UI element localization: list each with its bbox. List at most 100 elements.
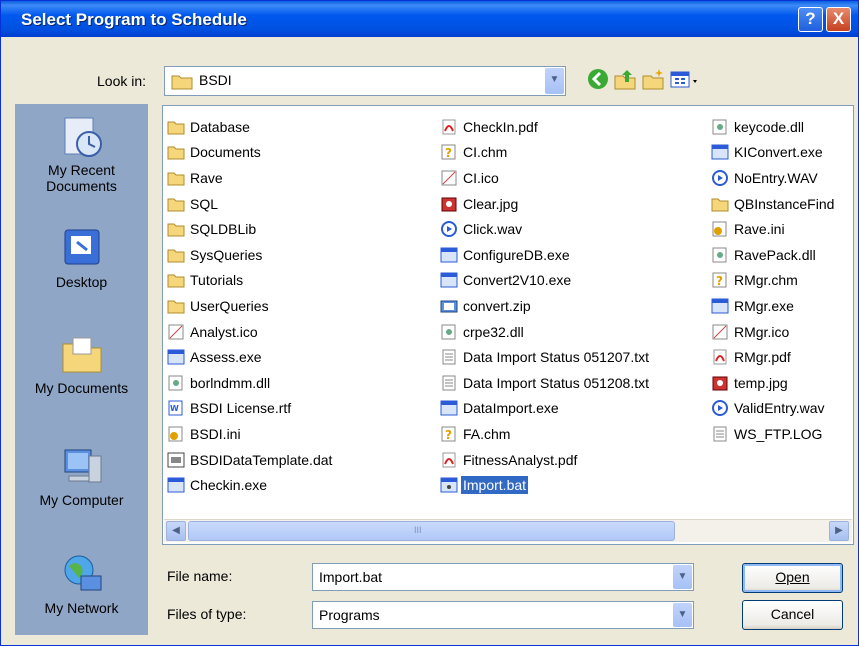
desktop-icon — [64, 229, 99, 265]
cancel-button[interactable]: Cancel — [742, 600, 843, 630]
file-item-dataimport-exe[interactable]: DataImport.exe — [440, 396, 651, 422]
file-item-analyst-ico[interactable]: Analyst.ico — [167, 319, 334, 345]
horizontal-scrollbar[interactable]: ◀ III ▶ — [164, 519, 852, 542]
file-item-rave-ini[interactable]: Rave.ini — [711, 216, 836, 242]
file-item-tutorials[interactable]: Tutorials — [167, 268, 334, 294]
file-item-crpe32-dll[interactable]: crpe32.dll — [440, 319, 651, 345]
file-item-borlndmm-dll[interactable]: borlndmm.dll — [167, 370, 334, 396]
file-item-rmgr-pdf[interactable]: RMgr.pdf — [711, 344, 836, 370]
file-item-click-wav[interactable]: Click.wav — [440, 216, 651, 242]
file-item-ci-chm[interactable]: ? CI.chm — [440, 140, 651, 166]
file-item-validentry-wav[interactable]: ValidEntry.wav — [711, 396, 836, 422]
file-item-clear-jpg[interactable]: Clear.jpg — [440, 191, 651, 217]
file-item-database[interactable]: Database — [167, 114, 334, 140]
file-item-ravepack-dll[interactable]: RavePack.dll — [711, 242, 836, 268]
file-name: Database — [190, 118, 250, 135]
folder-file-icon — [167, 298, 185, 314]
file-item-convert-zip[interactable]: convert.zip — [440, 293, 651, 319]
views-menu-icon[interactable] — [669, 68, 703, 92]
file-item-userqueries[interactable]: UserQueries — [167, 293, 334, 319]
file-item-rmgr-exe[interactable]: RMgr.exe — [711, 293, 836, 319]
file-item-assess-exe[interactable]: Assess.exe — [167, 344, 334, 370]
file-item-ws-ftp-log[interactable]: WS_FTP.LOG — [711, 421, 836, 447]
file-name: ConfigureDB.exe — [463, 246, 570, 263]
file-name: keycode.dll — [734, 118, 805, 135]
my-computer-icon — [64, 449, 101, 483]
bat-file-icon — [440, 477, 458, 493]
rtf-file-icon: W — [167, 400, 185, 416]
dat-file-icon — [167, 452, 185, 468]
place-desktop[interactable]: Desktop — [15, 226, 148, 290]
file-name: QBInstanceFind — [734, 195, 835, 212]
file-item-kiconvert-exe[interactable]: KIConvert.exe — [711, 140, 836, 166]
place-my-documents[interactable]: My Documents — [15, 332, 148, 396]
file-item-checkin-pdf[interactable]: CheckIn.pdf — [440, 114, 651, 140]
file-item-fa-chm[interactable]: ? FA.chm — [440, 421, 651, 447]
chm-file-icon: ? — [711, 272, 729, 288]
scroll-left-icon[interactable]: ◀ — [166, 521, 186, 541]
file-item-rmgr-ico[interactable]: RMgr.ico — [711, 319, 836, 345]
place-my-network[interactable]: My Network — [15, 552, 148, 616]
places-bar: My Recent Documents Desktop My Documents… — [15, 104, 148, 635]
file-name: RMgr.chm — [734, 272, 798, 289]
dll-file-icon — [711, 247, 729, 263]
file-name: Convert2V10.exe — [463, 272, 572, 289]
file-name: Rave.ini — [734, 221, 785, 238]
folder-file-icon — [167, 119, 185, 135]
folder-file-icon — [711, 196, 729, 212]
file-item-import-bat[interactable]: Import.bat — [440, 472, 651, 498]
place-label: My Computer — [39, 492, 124, 508]
file-name-combo[interactable]: Import.bat ▼ — [312, 563, 694, 591]
back-icon[interactable] — [586, 68, 610, 92]
new-folder-icon[interactable] — [641, 68, 665, 92]
file-name: BSDI License.rtf — [190, 400, 292, 417]
file-item-qbinstancefind[interactable]: QBInstanceFind — [711, 191, 836, 217]
file-item-rave[interactable]: Rave — [167, 165, 334, 191]
file-item-bsdi-license-rtf[interactable]: W BSDI License.rtf — [167, 396, 334, 422]
scroll-grip: III — [414, 525, 422, 535]
file-item-bsdidatatemplate-dat[interactable]: BSDIDataTemplate.dat — [167, 447, 334, 473]
file-item-sysqueries[interactable]: SysQueries — [167, 242, 334, 268]
file-item-configuredb-exe[interactable]: ConfigureDB.exe — [440, 242, 651, 268]
file-item-keycode-dll[interactable]: keycode.dll — [711, 114, 836, 140]
file-item-ci-ico[interactable]: CI.ico — [440, 165, 651, 191]
file-item-documents[interactable]: Documents — [167, 140, 334, 166]
close-button[interactable]: X — [826, 7, 851, 32]
file-type-combo[interactable]: Programs ▼ — [312, 601, 694, 629]
file-item-data-import-status-051208-txt[interactable]: Data Import Status 051208.txt — [440, 370, 651, 396]
file-item-convert2v10-exe[interactable]: Convert2V10.exe — [440, 268, 651, 294]
file-list[interactable]: Database Documents Rave SQL SQLDBLib SysQueri… — [162, 105, 854, 545]
file-name: RavePack.dll — [734, 246, 816, 263]
look-in-combo[interactable]: BSDI ▼ — [164, 66, 566, 96]
up-folder-icon[interactable] — [613, 68, 637, 92]
chevron-down-icon[interactable]: ▼ — [673, 565, 692, 589]
cancel-button-label: Cancel — [770, 606, 815, 622]
place-recent-documents[interactable]: My Recent Documents — [15, 114, 148, 194]
folder-file-icon — [167, 272, 185, 288]
scroll-right-icon[interactable]: ▶ — [829, 521, 849, 541]
txt-file-icon — [440, 375, 458, 391]
file-item-rmgr-chm[interactable]: ? RMgr.chm — [711, 268, 836, 294]
chevron-down-icon[interactable]: ▼ — [545, 68, 564, 94]
exe-file-icon — [440, 400, 458, 416]
file-item-temp-jpg[interactable]: temp.jpg — [711, 370, 836, 396]
file-item-data-import-status-051207-txt[interactable]: Data Import Status 051207.txt — [440, 344, 651, 370]
file-name: CI.ico — [463, 169, 499, 186]
file-item-sql[interactable]: SQL — [167, 191, 334, 217]
chevron-down-icon[interactable]: ▼ — [673, 603, 692, 627]
open-button[interactable]: Open — [742, 563, 843, 593]
file-name: CI.chm — [463, 144, 508, 161]
file-name: WS_FTP.LOG — [734, 425, 823, 442]
svg-text:?: ? — [445, 146, 452, 160]
look-in-value: BSDI — [199, 72, 232, 88]
help-button[interactable]: ? — [798, 7, 823, 32]
file-item-noentry-wav[interactable]: NoEntry.WAV — [711, 165, 836, 191]
file-item-checkin-exe[interactable]: Checkin.exe — [167, 472, 334, 498]
title-bar[interactable]: Select Program to Schedule ? X — [1, 1, 858, 37]
file-item-sqldblib[interactable]: SQLDBLib — [167, 216, 334, 242]
file-item-fitnessanalyst-pdf[interactable]: FitnessAnalyst.pdf — [440, 447, 651, 473]
place-my-computer[interactable]: My Computer — [15, 444, 148, 508]
scroll-thumb[interactable]: III — [188, 521, 675, 541]
file-item-bsdi-ini[interactable]: BSDI.ini — [167, 421, 334, 447]
folder-file-icon — [167, 144, 185, 160]
